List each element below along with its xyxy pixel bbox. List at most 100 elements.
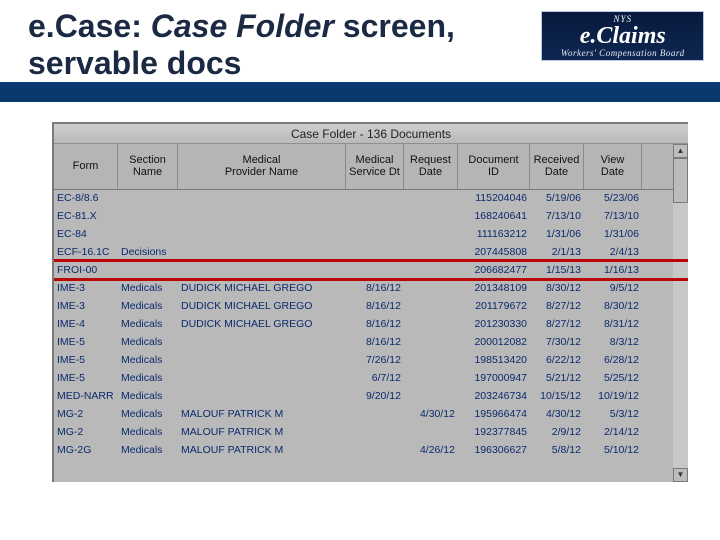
- cell-recvd: 5/8/12: [530, 442, 584, 460]
- header-provider[interactable]: Medical Provider Name: [178, 144, 346, 189]
- cell-section: [118, 190, 178, 208]
- table-row[interactable]: FROI-002066824771/15/131/16/13: [54, 262, 688, 280]
- cell-section: Medicals: [118, 352, 178, 370]
- cell-reqdt: [404, 352, 458, 370]
- cell-provider: [178, 226, 346, 244]
- cell-servdt: [346, 244, 404, 262]
- header-doc-id[interactable]: Document ID: [458, 144, 530, 189]
- eclaims-logo: NYS e.Claims Workers' Compensation Board: [541, 11, 704, 61]
- cell-reqdt: [404, 244, 458, 262]
- cell-reqdt: [404, 262, 458, 280]
- table-row[interactable]: IME-3MedicalsDUDICK MICHAEL GREGO8/16/12…: [54, 298, 688, 316]
- vertical-scrollbar[interactable]: ▲ ▼: [673, 144, 688, 482]
- header-form[interactable]: Form: [54, 144, 118, 189]
- title-italic: Case Folder: [151, 8, 334, 44]
- title-prefix: e.Case:: [28, 8, 151, 44]
- table-row[interactable]: MG-2GMedicalsMALOUF PATRICK M4/26/121963…: [54, 442, 688, 460]
- cell-servdt: 7/26/12: [346, 352, 404, 370]
- cell-servdt: 8/16/12: [346, 298, 404, 316]
- cell-form: MED-NARR: [54, 388, 118, 406]
- cell-reqdt: [404, 334, 458, 352]
- cell-servdt: 9/20/12: [346, 388, 404, 406]
- table-row[interactable]: IME-5Medicals6/7/121970009475/21/125/25/…: [54, 370, 688, 388]
- cell-recvd: 5/19/06: [530, 190, 584, 208]
- cell-reqdt: [404, 316, 458, 334]
- cell-form: IME-5: [54, 334, 118, 352]
- cell-docid: 115204046: [458, 190, 530, 208]
- scroll-up-button[interactable]: ▲: [673, 144, 688, 158]
- table-row[interactable]: IME-4MedicalsDUDICK MICHAEL GREGO8/16/12…: [54, 316, 688, 334]
- scroll-thumb[interactable]: [673, 158, 688, 203]
- scroll-track[interactable]: [673, 158, 688, 468]
- cell-recvd: 8/30/12: [530, 280, 584, 298]
- rows-container: EC-8/8.61152040465/19/065/23/06EC-81.X16…: [54, 190, 688, 460]
- cell-provider: [178, 244, 346, 262]
- table-row[interactable]: EC-8/8.61152040465/19/065/23/06: [54, 190, 688, 208]
- cell-provider: [178, 208, 346, 226]
- cell-provider: MALOUF PATRICK M: [178, 424, 346, 442]
- cell-section: Medicals: [118, 388, 178, 406]
- cell-provider: DUDICK MICHAEL GREGO: [178, 298, 346, 316]
- table-row[interactable]: IME-5Medicals7/26/121985134206/22/126/28…: [54, 352, 688, 370]
- cell-section: Medicals: [118, 406, 178, 424]
- cell-viewdt: 10/19/12: [584, 388, 642, 406]
- cell-viewdt: 2/14/12: [584, 424, 642, 442]
- cell-viewdt: 9/5/12: [584, 280, 642, 298]
- cell-provider: [178, 334, 346, 352]
- cell-reqdt: [404, 226, 458, 244]
- cell-recvd: 8/27/12: [530, 316, 584, 334]
- cell-docid: 195966474: [458, 406, 530, 424]
- header-request-dt[interactable]: Request Date: [404, 144, 458, 189]
- cell-section: Medicals: [118, 334, 178, 352]
- cell-docid: 206682477: [458, 262, 530, 280]
- cell-section: Decisions: [118, 244, 178, 262]
- table-row[interactable]: MG-2MedicalsMALOUF PATRICK M4/30/1219596…: [54, 406, 688, 424]
- cell-viewdt: 5/23/06: [584, 190, 642, 208]
- cell-recvd: 1/31/06: [530, 226, 584, 244]
- cell-viewdt: 8/3/12: [584, 334, 642, 352]
- cell-docid: 111163212: [458, 226, 530, 244]
- cell-form: IME-3: [54, 298, 118, 316]
- table-row[interactable]: IME-3MedicalsDUDICK MICHAEL GREGO8/16/12…: [54, 280, 688, 298]
- cell-recvd: 2/9/12: [530, 424, 584, 442]
- cell-docid: 192377845: [458, 424, 530, 442]
- cell-form: IME-3: [54, 280, 118, 298]
- table-row[interactable]: MED-NARRMedicals 9/20/12 20324673410/15/12…: [54, 388, 688, 406]
- cell-section: Medicals: [118, 442, 178, 460]
- cell-docid: 203246734: [458, 388, 530, 406]
- table-row[interactable]: EC-841111632121/31/061/31/06: [54, 226, 688, 244]
- cell-provider: [178, 352, 346, 370]
- cell-recvd: 2/1/13: [530, 244, 584, 262]
- cell-reqdt: [404, 208, 458, 226]
- header-received[interactable]: Received Date: [530, 144, 584, 189]
- cell-form: MG-2: [54, 424, 118, 442]
- cell-servdt: [346, 442, 404, 460]
- case-folder-window: Case Folder - 136 Documents Form Section…: [52, 122, 688, 482]
- cell-reqdt: [404, 424, 458, 442]
- cell-recvd: 7/30/12: [530, 334, 584, 352]
- header-section[interactable]: Section Name: [118, 144, 178, 189]
- header-view-dt[interactable]: View Date: [584, 144, 642, 189]
- header-service-dt[interactable]: Medical Service Dt: [346, 144, 404, 189]
- cell-provider: DUDICK MICHAEL GREGO: [178, 316, 346, 334]
- table-row[interactable]: MG-2MedicalsMALOUF PATRICK M1923778452/9…: [54, 424, 688, 442]
- cell-reqdt: [404, 370, 458, 388]
- cell-viewdt: 1/31/06: [584, 226, 642, 244]
- cell-docid: 201179672: [458, 298, 530, 316]
- scroll-down-button[interactable]: ▼: [673, 468, 688, 482]
- cell-docid: 207445808: [458, 244, 530, 262]
- cell-docid: 198513420: [458, 352, 530, 370]
- cell-servdt: [346, 190, 404, 208]
- column-headers: Form Section Name Medical Provider Name …: [54, 144, 688, 190]
- cell-section: [118, 208, 178, 226]
- cell-recvd: 1/15/13: [530, 262, 584, 280]
- cell-provider: [178, 370, 346, 388]
- table-row[interactable]: ECF-16.1CDecisions2074458082/1/132/4/13: [54, 244, 688, 262]
- cell-recvd: 10/15/12: [530, 388, 584, 406]
- table-row[interactable]: EC-81.X1682406417/13/107/13/10: [54, 208, 688, 226]
- table-row[interactable]: IME-5Medicals8/16/122000120827/30/128/3/…: [54, 334, 688, 352]
- cell-reqdt: 4/30/12: [404, 406, 458, 424]
- cell-viewdt: 5/25/12: [584, 370, 642, 388]
- cell-recvd: 6/22/12: [530, 352, 584, 370]
- cell-recvd: 8/27/12: [530, 298, 584, 316]
